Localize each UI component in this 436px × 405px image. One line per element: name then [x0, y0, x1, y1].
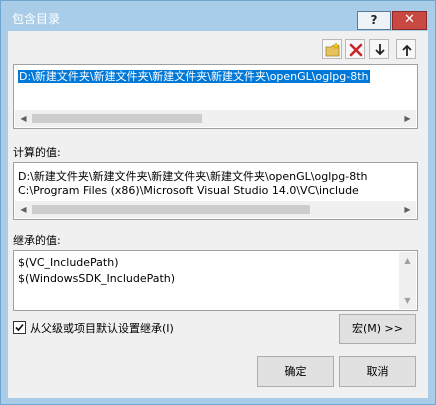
dialog-window: 包含目录 ? ✕ D:\新建文件夹\新建文件夹\新建文件夹\新建文件夹\open… [0, 0, 436, 405]
scroll-thumb[interactable] [32, 114, 202, 123]
include-dirs-edit-list[interactable]: D:\新建文件夹\新建文件夹\新建文件夹\新建文件夹\openGL\oglpg-… [13, 64, 418, 129]
scroll-track[interactable] [32, 201, 399, 218]
new-folder-icon [325, 42, 340, 57]
computed-values-box: D:\新建文件夹\新建文件夹\新建文件夹\新建文件夹\openGL\oglpg-… [13, 162, 418, 220]
delete-line-button[interactable] [345, 39, 365, 59]
scroll-left-icon[interactable]: ◀ [15, 110, 32, 127]
arrow-down-icon [375, 44, 385, 56]
scroll-track[interactable] [32, 110, 399, 127]
scroll-right-icon[interactable]: ▶ [399, 201, 416, 218]
list-item[interactable]: D:\新建文件夹\新建文件夹\新建文件夹\新建文件夹\openGL\oglpg-… [18, 68, 370, 84]
ok-button[interactable]: 确定 [257, 356, 334, 387]
scroll-up-icon[interactable]: ▲ [399, 252, 416, 269]
scroll-left-icon[interactable]: ◀ [15, 201, 32, 218]
move-down-button[interactable] [369, 39, 389, 59]
selected-line-text: D:\新建文件夹\新建文件夹\新建文件夹\新建文件夹\openGL\oglpg-… [18, 70, 370, 83]
help-button[interactable]: ? [357, 11, 391, 30]
move-up-button[interactable] [396, 39, 416, 59]
inherited-values-box: $(VC_IncludePath) $(WindowsSDK_IncludePa… [13, 250, 418, 311]
horizontal-scrollbar[interactable]: ◀ ▶ [15, 201, 416, 218]
new-line-button[interactable] [322, 39, 342, 59]
vertical-scrollbar[interactable]: ▲ ▼ [399, 252, 416, 309]
macros-button[interactable]: 宏(M) >> [339, 314, 416, 344]
inherit-checkbox-label[interactable]: 从父级或项目默认设置继承(I) [30, 320, 174, 336]
computed-line: C:\Program Files (x86)\Microsoft Visual … [18, 184, 359, 197]
computed-line: D:\新建文件夹\新建文件夹\新建文件夹\新建文件夹\openGL\oglpg-… [18, 170, 368, 183]
close-button[interactable]: ✕ [392, 11, 427, 30]
close-icon: ✕ [404, 12, 415, 27]
horizontal-scrollbar[interactable]: ◀ ▶ [15, 110, 416, 127]
checkmark-icon [15, 323, 24, 332]
dialog-title: 包含目录 [12, 12, 61, 26]
arrow-up-icon [402, 44, 412, 56]
computed-values-label: 计算的值: [13, 146, 61, 159]
cancel-button[interactable]: 取消 [339, 356, 416, 387]
inherited-line: $(VC_IncludePath) [18, 256, 119, 269]
scroll-thumb[interactable] [32, 205, 310, 214]
delete-icon [349, 43, 363, 57]
scroll-down-icon[interactable]: ▼ [399, 292, 416, 309]
scroll-right-icon[interactable]: ▶ [399, 110, 416, 127]
inherited-values-label: 继承的值: [13, 234, 61, 247]
help-icon: ? [370, 13, 378, 27]
inherit-checkbox[interactable] [13, 321, 26, 334]
dialog-body: D:\新建文件夹\新建文件夹\新建文件夹\新建文件夹\openGL\oglpg-… [8, 31, 428, 398]
title-bar[interactable]: 包含目录 ? ✕ [1, 1, 435, 31]
inherited-line: $(WindowsSDK_IncludePath) [18, 272, 176, 285]
